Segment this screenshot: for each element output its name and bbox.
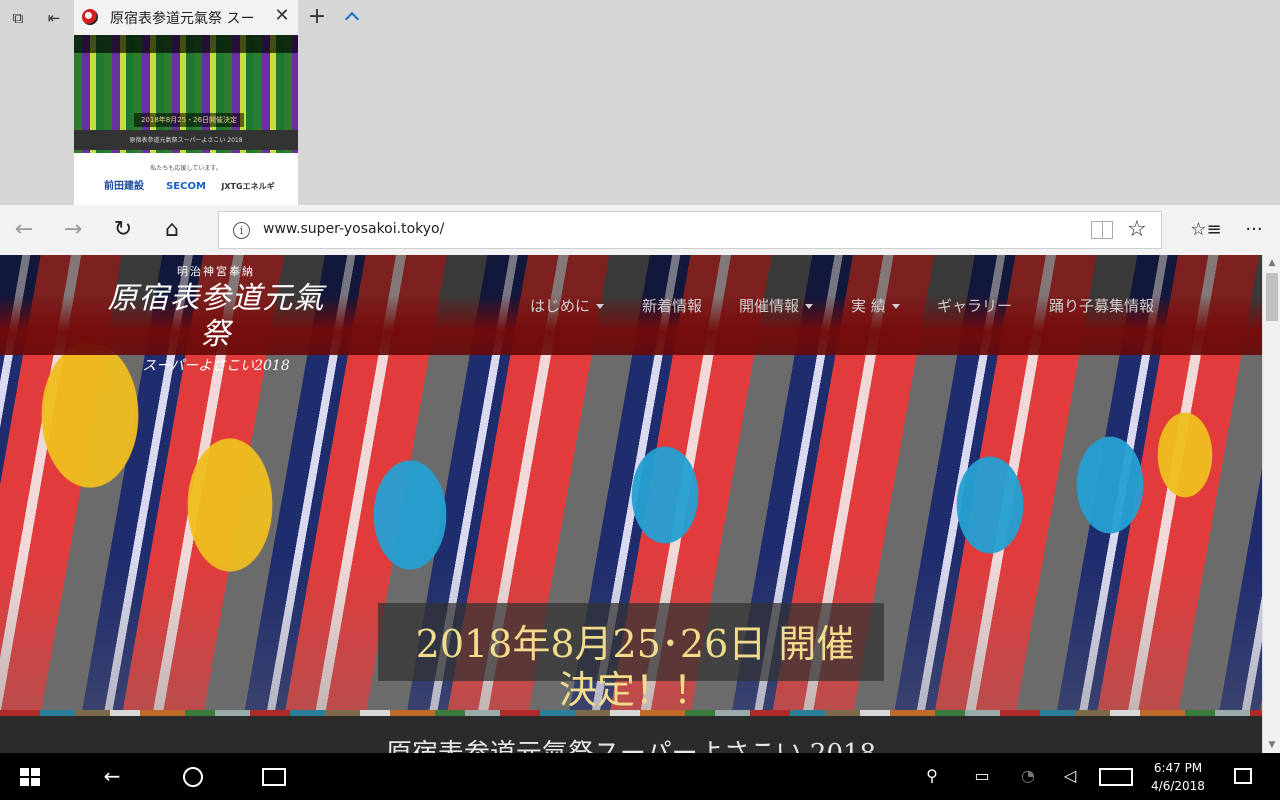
forward-button[interactable]: →: [57, 215, 89, 245]
menu-item-news[interactable]: 新着情報: [642, 295, 702, 316]
menu-item-label: 踊り子募集情報: [1049, 297, 1155, 315]
active-tab[interactable]: 原宿表参道元氣祭 スー ✕ 2018年8月25・26日開催決定 原宿表参道元氣祭…: [74, 0, 298, 205]
close-tab-icon[interactable]: ✕: [272, 5, 292, 27]
navigation-bar: ← → ↻ ⌂ i www.super-yosakoi.tokyo/ ☆ ☆≡ …: [0, 205, 1280, 255]
logo-sub-text: スーパーよさこい2018: [142, 358, 290, 374]
tabs-aside-icon[interactable]: ⧉: [8, 8, 28, 28]
clock-date: 4/6/2018: [1151, 779, 1205, 793]
preview-sponsor-heading: 私たちも応援しています。: [150, 165, 222, 172]
url-text[interactable]: www.super-yosakoi.tokyo/: [263, 221, 444, 237]
action-center-icon[interactable]: [1234, 768, 1252, 784]
wifi-icon[interactable]: ◔: [1014, 763, 1042, 789]
hub-favorites-icon[interactable]: ☆≡: [1190, 215, 1222, 245]
hide-tab-previews-icon[interactable]: [343, 8, 363, 28]
volume-icon[interactable]: ◁: [1056, 763, 1084, 789]
menu-item-event-info[interactable]: 開催情報: [739, 295, 814, 316]
logo-top-text: 明治神宮奉納: [177, 265, 255, 278]
tab-strip: ⧉ ⇤ 原宿表参道元氣祭 スー ✕ 2018年8月25・26日開催決定 原宿表参…: [0, 0, 1280, 205]
site-favicon-icon: [82, 9, 98, 25]
event-headline: 2018年8月25･26日 開催決定！！: [415, 622, 855, 712]
cortana-icon[interactable]: [183, 767, 203, 787]
back-arrow-icon[interactable]: ←: [98, 763, 126, 789]
touch-keyboard-icon[interactable]: [1099, 768, 1133, 786]
menu-item-results[interactable]: 実 績: [851, 295, 900, 316]
web-page: 明治神宮奉納 原宿表参道元氣祭 スーパーよさこい2018 はじめに 新着情報 開…: [0, 255, 1262, 753]
menu-item-label: ギャラリー: [937, 297, 1013, 315]
site-header: 明治神宮奉納 原宿表参道元氣祭 スーパーよさこい2018 はじめに 新着情報 開…: [0, 255, 1262, 374]
scroll-up-icon[interactable]: ▲: [1263, 255, 1280, 271]
more-options-icon[interactable]: ···: [1238, 215, 1270, 245]
clock-time: 6:47 PM: [1153, 761, 1203, 775]
tab-preview-thumbnail[interactable]: 2018年8月25・26日開催決定 原宿表参道元氣祭スーパーよさこい 2018 …: [74, 35, 298, 205]
menu-item-label: 開催情報: [739, 297, 800, 315]
site-info-icon[interactable]: i: [233, 222, 250, 239]
menu-item-label: 実 績: [851, 297, 886, 315]
reading-view-icon[interactable]: [1091, 221, 1113, 239]
sponsor-logo-maeda: 前田建設: [104, 181, 144, 192]
add-favorite-icon[interactable]: ☆: [1127, 217, 1147, 243]
page-scrollbar[interactable]: ▲ ▼: [1262, 255, 1280, 753]
preview-caption: 2018年8月25・26日開催決定: [134, 113, 244, 127]
chevron-down-icon: [891, 304, 900, 309]
chevron-down-icon: [596, 304, 605, 309]
people-icon[interactable]: ⚲: [918, 763, 946, 789]
tab-title: 原宿表参道元氣祭 スー: [110, 11, 255, 27]
battery-icon[interactable]: ▭: [968, 763, 996, 789]
menu-item-gallery[interactable]: ギャラリー: [937, 295, 1012, 316]
new-tab-button[interactable]: +: [306, 6, 328, 28]
windows-start-icon[interactable]: [20, 768, 40, 786]
chevron-down-icon: [805, 304, 814, 309]
scroll-down-icon[interactable]: ▼: [1263, 737, 1280, 753]
page-subtitle: 原宿表参道元氣祭スーパーよさこい 2018: [0, 733, 1262, 753]
scrollbar-thumb[interactable]: [1266, 273, 1278, 321]
menu-item-hajimeni[interactable]: はじめに: [530, 295, 605, 316]
sponsor-logo-jxtg: JXTGエネルギー: [221, 182, 275, 205]
task-view-icon[interactable]: [262, 768, 286, 786]
back-button[interactable]: ←: [8, 215, 40, 245]
system-clock[interactable]: 6:47 PM 4/6/2018: [1148, 759, 1208, 795]
home-button[interactable]: ⌂: [156, 215, 188, 245]
menu-item-label: 新着情報: [642, 297, 703, 315]
menu-item-label: はじめに: [530, 297, 591, 315]
sponsor-logo-secom: SECOM: [166, 181, 206, 192]
preview-site-subtitle: 原宿表参道元氣祭スーパーよさこい 2018: [129, 137, 243, 144]
address-bar[interactable]: i www.super-yosakoi.tokyo/ ☆: [218, 211, 1162, 249]
refresh-button[interactable]: ↻: [107, 215, 139, 245]
windows-taskbar: ← ⚲ ▭ ◔ ◁ 6:47 PM 4/6/2018: [0, 753, 1280, 800]
set-tabs-aside-icon[interactable]: ⇤: [44, 8, 64, 28]
logo-main-text: 原宿表参道元氣祭: [107, 281, 325, 352]
site-menu: はじめに 新着情報 開催情報 実 績 ギャラリー 踊り子募集情報: [0, 295, 1262, 315]
menu-item-dancer-recruit[interactable]: 踊り子募集情報: [1049, 295, 1154, 316]
